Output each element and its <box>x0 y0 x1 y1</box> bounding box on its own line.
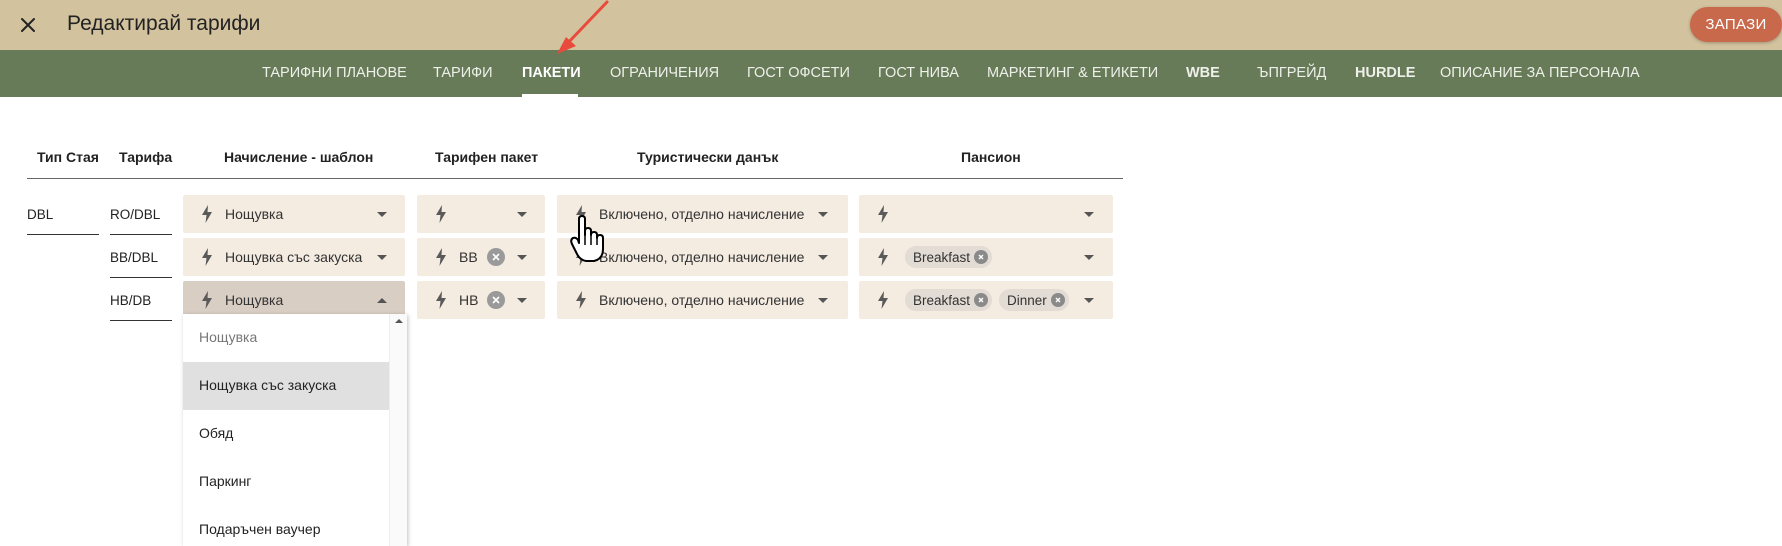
chip-label: Dinner <box>1007 292 1047 308</box>
bolt-icon <box>576 291 586 309</box>
chevron-down-icon[interactable] <box>517 298 527 303</box>
dropdown-option[interactable]: Паркинг <box>183 458 389 506</box>
bolt-icon <box>202 291 212 309</box>
tariff-package-select[interactable]: BB <box>417 238 545 276</box>
select-value: Включено, отделно начисление <box>599 249 805 265</box>
tariff-cell: BB/DBL <box>110 250 159 265</box>
chevron-down-icon[interactable] <box>517 212 527 217</box>
header-board: Пансион <box>961 149 1021 165</box>
select-value: HB <box>459 292 479 308</box>
tariff-underline <box>110 277 172 278</box>
select-value: Нощувка <box>225 292 284 308</box>
tourist-tax-select[interactable]: Включено, отделно начисление <box>557 281 848 319</box>
arrow-annotation <box>557 0 609 54</box>
charge-template-dropdown: Нощувка Нощувка със закуска Обяд Паркинг… <box>183 314 407 546</box>
bolt-icon <box>202 205 212 223</box>
bolt-icon <box>436 291 446 309</box>
tariff-underline <box>110 320 172 321</box>
chevron-down-icon[interactable] <box>818 298 828 303</box>
bolt-icon <box>202 248 212 266</box>
tab-guest-offsets[interactable]: ГОСТ ОФСЕТИ <box>747 65 850 81</box>
chevron-down-icon[interactable] <box>818 212 828 217</box>
dropdown-option[interactable]: Нощувка <box>183 314 389 362</box>
tab-hurdle[interactable]: HURDLE <box>1355 65 1415 81</box>
board-chip: Dinner <box>999 289 1069 311</box>
charge-template-select[interactable]: Нощувка <box>183 195 405 233</box>
bolt-icon <box>878 205 888 223</box>
tab-marketing-labels[interactable]: МАРКЕТИНГ & ЕТИКЕТИ <box>987 65 1158 81</box>
chip-label: Breakfast <box>913 292 971 308</box>
chevron-down-icon[interactable] <box>1084 298 1094 303</box>
clear-icon[interactable] <box>487 291 505 309</box>
hand-cursor-icon <box>570 215 604 262</box>
room-type-underline <box>27 234 99 235</box>
chevron-down-icon[interactable] <box>517 255 527 260</box>
tariff-cell: HB/DB <box>110 293 152 308</box>
board-chip: Breakfast <box>905 246 993 268</box>
select-value: Нощувка със закуска <box>225 249 363 265</box>
header-divider <box>27 178 1123 179</box>
board-select[interactable] <box>859 195 1113 233</box>
tariff-package-select[interactable] <box>417 195 545 233</box>
chevron-down-icon[interactable] <box>1084 212 1094 217</box>
chevron-down-icon[interactable] <box>818 255 828 260</box>
bolt-icon <box>436 248 446 266</box>
tariff-cell: RO/DBL <box>110 207 161 222</box>
chevron-down-icon[interactable] <box>1084 255 1094 260</box>
header-room-type: Тип Стая <box>37 149 99 165</box>
dropdown-scrollbar[interactable] <box>389 314 407 546</box>
charge-template-select[interactable]: Нощувка със закуска <box>183 238 405 276</box>
bolt-icon <box>436 205 446 223</box>
header-tariff: Тарифа <box>119 149 173 165</box>
clear-icon[interactable] <box>1050 293 1065 307</box>
select-value: BB <box>459 249 478 265</box>
clear-icon[interactable] <box>974 293 989 307</box>
dropdown-option[interactable]: Подаръчен ваучер <box>183 506 389 546</box>
tab-staff-description[interactable]: ОПИСАНИЕ ЗА ПЕРСОНАЛА <box>1440 65 1640 81</box>
dropdown-option[interactable]: Нощувка със закуска <box>183 362 389 410</box>
clear-icon[interactable] <box>974 250 989 264</box>
save-button[interactable]: ЗАПАЗИ <box>1690 7 1782 42</box>
tab-guest-levels[interactable]: ГОСТ НИВА <box>878 65 959 81</box>
active-tab-indicator <box>522 94 578 97</box>
select-value: Включено, отделно начисление <box>599 206 805 222</box>
header-charge-template: Начисление - шаблон <box>224 149 374 165</box>
tariff-package-select[interactable]: HB <box>417 281 545 319</box>
dropdown-option[interactable]: Обяд <box>183 410 389 458</box>
chevron-down-icon[interactable] <box>377 255 387 260</box>
tab-upgrade[interactable]: ЪПГРЕЙД <box>1257 65 1326 81</box>
board-select[interactable]: Breakfast <box>859 238 1113 276</box>
header-tourist-tax: Туристически данък <box>637 149 779 165</box>
chip-label: Breakfast <box>913 249 971 265</box>
tariff-underline <box>110 234 172 235</box>
board-chip: Breakfast <box>905 289 993 311</box>
room-type-cell: DBL <box>27 207 54 222</box>
chevron-up-icon[interactable] <box>377 298 387 303</box>
select-value: Нощувка <box>225 206 284 222</box>
board-select[interactable]: Breakfast Dinner <box>859 281 1113 319</box>
bolt-icon <box>878 248 888 266</box>
select-value: Включено, отделно начисление <box>599 292 805 308</box>
tab-wbe[interactable]: WBE <box>1186 65 1220 81</box>
header-tariff-package: Тарифен пакет <box>435 149 539 165</box>
clear-icon[interactable] <box>487 248 505 266</box>
scroll-up-icon[interactable] <box>390 314 407 328</box>
chevron-down-icon[interactable] <box>377 212 387 217</box>
bolt-icon <box>878 291 888 309</box>
